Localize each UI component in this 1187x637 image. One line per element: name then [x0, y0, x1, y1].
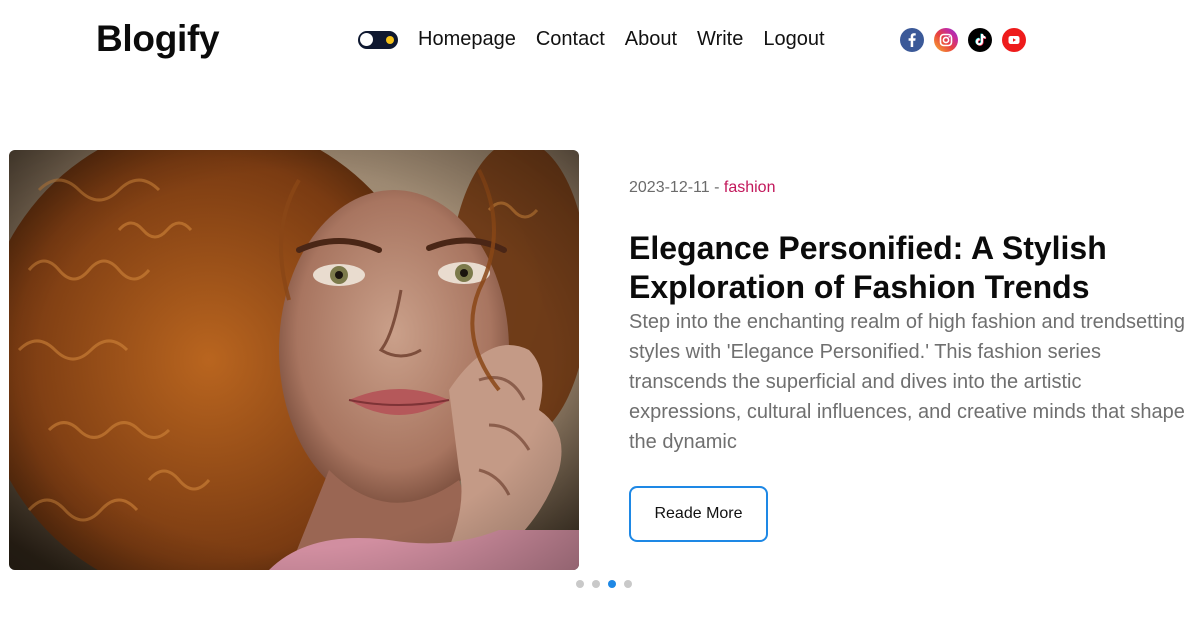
- carousel-dot[interactable]: [592, 580, 600, 588]
- toggle-knob: [360, 33, 373, 46]
- meta-separator: -: [709, 179, 724, 196]
- sun-icon: [386, 35, 394, 44]
- nav-write[interactable]: Write: [697, 28, 743, 51]
- nav-about[interactable]: About: [625, 28, 677, 51]
- tiktok-icon[interactable]: [968, 28, 992, 52]
- carousel-dot[interactable]: [624, 580, 632, 588]
- read-more-button[interactable]: Reade More: [629, 486, 768, 542]
- instagram-icon[interactable]: [934, 28, 958, 52]
- carousel-dot[interactable]: [608, 580, 616, 588]
- nav-homepage[interactable]: Homepage: [418, 28, 516, 51]
- nav-contact[interactable]: Contact: [536, 28, 605, 51]
- post-category[interactable]: fashion: [724, 179, 776, 196]
- post-excerpt: Step into the enchanting realm of high f…: [629, 311, 1185, 453]
- nav-logout[interactable]: Logout: [763, 28, 824, 51]
- carousel-dots: [576, 580, 632, 588]
- social-links: [900, 28, 1026, 52]
- featured-post-image[interactable]: [9, 150, 579, 570]
- site-logo[interactable]: Blogify: [96, 18, 220, 60]
- page: Blogify Homepage Contact About Write Log…: [0, 0, 1187, 637]
- post-date: 2023-12-11: [629, 179, 710, 196]
- youtube-icon[interactable]: [1002, 28, 1026, 52]
- carousel-dot[interactable]: [576, 580, 584, 588]
- theme-toggle[interactable]: [358, 31, 398, 49]
- post-meta: 2023-12-11 - fashion: [629, 179, 775, 197]
- post-title[interactable]: Elegance Personified: A Stylish Explorat…: [629, 229, 1169, 307]
- facebook-icon[interactable]: [900, 28, 924, 52]
- main-nav: Homepage Contact About Write Logout: [418, 28, 825, 51]
